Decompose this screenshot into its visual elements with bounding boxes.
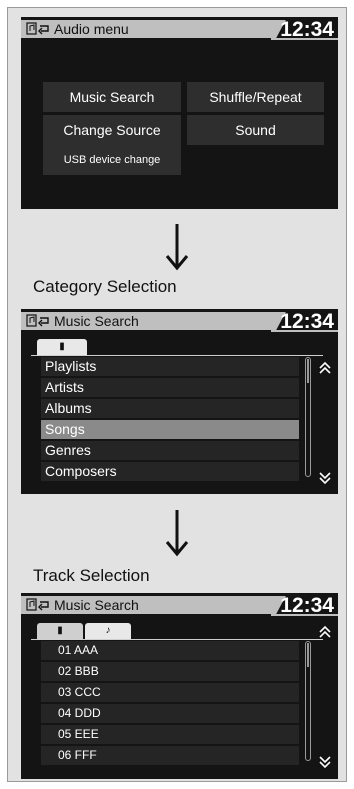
scroll-down-icon[interactable]: [317, 471, 333, 485]
screen-header: Music Search 12:34: [21, 593, 338, 621]
music-search-button[interactable]: Music Search: [43, 82, 181, 112]
clock: 12:34: [280, 594, 334, 617]
music-back-icon[interactable]: [26, 314, 49, 328]
list-item[interactable]: 01 AAA: [41, 641, 299, 660]
tab-underline: [31, 639, 323, 640]
music-back-icon[interactable]: [26, 22, 49, 36]
sound-button[interactable]: Sound: [187, 115, 324, 145]
track-selection-screen: Music Search 12:34 ▮ ♪ 01 AAA 02 BBB 03 …: [21, 593, 338, 779]
list-item[interactable]: Artists: [41, 378, 299, 397]
screen-title: Music Search: [54, 313, 139, 329]
category-list: Playlists Artists Albums Songs Genres Co…: [41, 357, 299, 483]
scrollbar[interactable]: [305, 641, 311, 761]
list-item[interactable]: 03 CCC: [41, 683, 299, 702]
scroll-up-icon[interactable]: [317, 361, 333, 375]
screen-header: Music Search 12:34: [21, 309, 338, 337]
scroll-down-icon[interactable]: [317, 755, 333, 769]
list-item[interactable]: Composers: [41, 462, 299, 481]
music-back-icon[interactable]: [26, 598, 49, 612]
list-item[interactable]: Genres: [41, 441, 299, 460]
tab-usb[interactable]: ▮: [37, 623, 83, 639]
down-arrow-icon: [165, 510, 189, 557]
category-selection-label: Category Selection: [33, 277, 177, 296]
change-source-button[interactable]: Change Source: [43, 115, 181, 145]
audio-menu-screen: Audio menu 12:34 Music Search Shuffle/Re…: [21, 17, 338, 209]
screen-title: Audio menu: [54, 21, 129, 37]
usb-device-change-button[interactable]: USB device change: [43, 145, 181, 175]
shuffle-repeat-button[interactable]: Shuffle/Repeat: [187, 82, 324, 112]
down-arrow-icon: [165, 224, 189, 271]
clock: 12:34: [280, 310, 334, 333]
track-selection-label: Track Selection: [33, 566, 150, 585]
clock: 12:34: [280, 18, 334, 41]
list-item[interactable]: 02 BBB: [41, 662, 299, 681]
scrollbar[interactable]: [305, 357, 311, 477]
screen-header: Audio menu 12:34: [21, 17, 338, 45]
tab-music[interactable]: ♪: [85, 623, 131, 639]
list-item[interactable]: 04 DDD: [41, 704, 299, 723]
list-item[interactable]: 06 FFF: [41, 746, 299, 765]
screen-title: Music Search: [54, 597, 139, 613]
tab-usb[interactable]: ▮: [37, 339, 87, 355]
list-item[interactable]: Albums: [41, 399, 299, 418]
list-item[interactable]: 05 EEE: [41, 725, 299, 744]
scroll-thumb[interactable]: [307, 643, 309, 667]
tab-underline: [31, 355, 323, 356]
list-item[interactable]: Playlists: [41, 357, 299, 376]
scroll-up-icon[interactable]: [317, 625, 333, 639]
list-item-selected[interactable]: Songs: [41, 420, 299, 439]
track-list: 01 AAA 02 BBB 03 CCC 04 DDD 05 EEE 06 FF…: [41, 641, 299, 767]
scroll-thumb[interactable]: [307, 359, 309, 383]
category-selection-screen: Music Search 12:34 ▮ Playlists Artists A…: [21, 309, 338, 494]
